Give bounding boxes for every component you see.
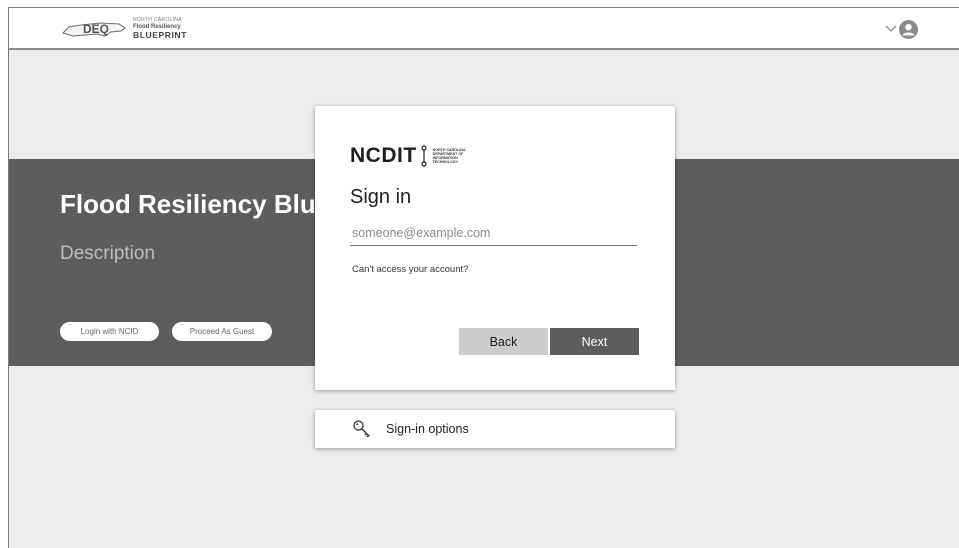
deq-state-logo-icon: DEQ xyxy=(62,22,126,37)
ncdit-subtitle-line: TECHNOLOGY xyxy=(432,160,459,165)
app-frame: DEQ NORTH CAROLINA Flood Resiliency BLUE… xyxy=(8,7,959,548)
sign-in-options-button[interactable]: Sign-in options xyxy=(315,410,675,448)
logo-line-state: NORTH CAROLINA xyxy=(133,17,182,24)
email-field[interactable] xyxy=(350,221,637,246)
hero-description: Description xyxy=(60,243,156,264)
ncdit-wordmark: NCDIT xyxy=(350,144,417,167)
ncdit-subtitle: NORTH CAROLINA DEPARTMENT OF INFORMATION… xyxy=(433,148,466,165)
sign-in-dialog: NCDIT NORTH CAROLINA DEPARTMENT OF INFOR… xyxy=(315,106,675,390)
proceed-as-guest-button[interactable]: Proceed As Guest xyxy=(172,322,272,341)
login-with-ncid-button[interactable]: Login with NCID xyxy=(60,322,159,341)
top-bar: DEQ NORTH CAROLINA Flood Resiliency BLUE… xyxy=(9,8,959,50)
cant-access-account-link[interactable]: Can't access your account? xyxy=(352,264,468,275)
ncdit-logo: NCDIT NORTH CAROLINA DEPARTMENT OF INFOR… xyxy=(350,144,465,168)
logo-line-blueprint: BLUEPRINT xyxy=(133,30,188,41)
app-logo[interactable]: DEQ NORTH CAROLINA Flood Resiliency BLUE… xyxy=(61,16,187,42)
key-icon xyxy=(353,420,370,438)
chevron-down-icon[interactable] xyxy=(885,23,897,33)
logo-text: NORTH CAROLINA Flood Resiliency BLUEPRIN… xyxy=(133,18,187,40)
back-button[interactable]: Back xyxy=(459,328,548,355)
sign-in-options-label: Sign-in options xyxy=(386,422,469,436)
logo-abbr: DEQ xyxy=(83,22,109,36)
sign-in-title: Sign in xyxy=(350,186,412,208)
user-avatar-icon[interactable] xyxy=(899,20,918,39)
next-button[interactable]: Next xyxy=(550,328,639,355)
hero-title: Flood Resiliency Blu xyxy=(60,189,316,219)
ncdit-pin-icon xyxy=(421,145,427,167)
